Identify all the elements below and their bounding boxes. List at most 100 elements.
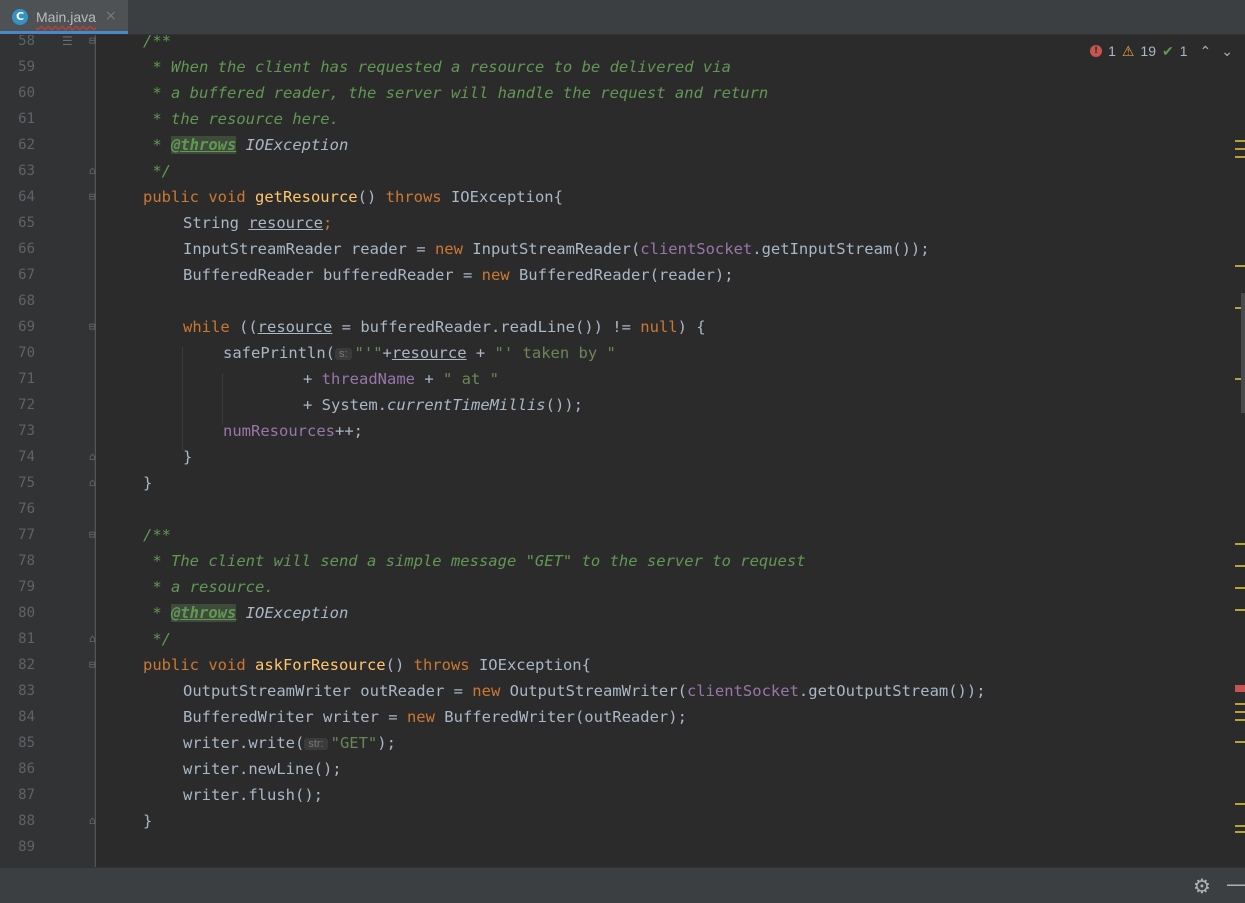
line-number: 78 — [18, 553, 35, 569]
code-line: 72 + System.currentTimeMillis()); — [0, 392, 1245, 418]
parameter-hint: str: — [304, 738, 328, 750]
chevron-down-icon[interactable]: ⌄ — [1221, 43, 1233, 60]
line-number: 88 — [18, 813, 35, 829]
code-line: 71 + threadName + " at " — [0, 366, 1245, 392]
doc-comment: * a resource. — [143, 578, 274, 596]
code-token: + — [415, 370, 443, 388]
fold-end-icon[interactable]: ⌂ — [89, 815, 101, 827]
warning-marker[interactable] — [1235, 711, 1245, 713]
code-token: writer.write( — [183, 734, 305, 752]
code-text: } — [143, 812, 153, 830]
warning-marker[interactable] — [1235, 803, 1245, 805]
warning-marker[interactable] — [1235, 825, 1245, 827]
fold-icon[interactable]: ⊟ — [89, 529, 101, 541]
fold-icon[interactable]: ⊟ — [89, 191, 101, 203]
warning-marker[interactable] — [1235, 587, 1245, 589]
code-line: 82 ⊟ public void askForResource() throws… — [0, 652, 1245, 678]
close-icon[interactable]: × — [105, 8, 117, 24]
code-token: + System. — [303, 396, 387, 414]
error-marker[interactable] — [1235, 685, 1245, 692]
hide-panel-icon[interactable]: — — [1226, 872, 1245, 896]
code-line: 83 OutputStreamWriter outReader = new Ou… — [0, 678, 1245, 704]
warning-marker[interactable] — [1235, 148, 1245, 150]
error-stripe[interactable] — [1233, 35, 1245, 867]
fold-end-icon[interactable]: ⌂ — [89, 165, 101, 177]
code-token: "' taken by " — [494, 344, 616, 362]
warning-marker[interactable] — [1235, 565, 1245, 567]
code-token: + — [303, 370, 322, 388]
warning-marker[interactable] — [1235, 741, 1245, 743]
code-token: "'" — [354, 344, 383, 362]
line-number: 66 — [18, 241, 35, 257]
tab-main-java[interactable]: C Main.java × — [0, 0, 128, 34]
chevron-up-icon[interactable]: ⌃ — [1200, 43, 1212, 60]
doc-comment: /** — [143, 526, 171, 544]
code-token: public void — [143, 656, 255, 674]
code-line: 75 ⌂ } — [0, 470, 1245, 496]
line-number: 64 — [18, 189, 35, 205]
error-count: 1 — [1108, 43, 1116, 59]
warning-icon: ⚠ — [1121, 42, 1135, 59]
javadoc-tag: @throws — [171, 604, 237, 622]
fold-icon[interactable]: ⊟ — [89, 659, 101, 671]
fold-end-icon[interactable]: ⌂ — [89, 633, 101, 645]
fold-icon[interactable]: ⊟ — [89, 321, 101, 333]
warning-marker[interactable] — [1235, 140, 1245, 142]
doc-comment: * @throws IOException — [143, 132, 348, 158]
fold-end-icon[interactable]: ⌂ — [89, 451, 101, 463]
line-number: 62 — [18, 137, 35, 153]
line-number: 73 — [18, 423, 35, 439]
code-token: * — [143, 604, 171, 622]
code-line: 61 * the resource here. — [0, 106, 1245, 132]
code-token: () — [385, 656, 414, 674]
code-line: 58 ☰ ⊟ /** — [0, 35, 1245, 54]
line-number: 59 — [18, 59, 35, 75]
warning-marker[interactable] — [1235, 831, 1245, 833]
warning-marker[interactable] — [1235, 609, 1245, 611]
warning-marker[interactable] — [1235, 719, 1245, 721]
warning-marker[interactable] — [1235, 265, 1245, 267]
tab-label: Main.java — [36, 9, 96, 25]
code-text: public void getResource() throws IOExcep… — [143, 184, 563, 210]
line-number: 65 — [18, 215, 35, 231]
code-line: 70 safePrintln(s: "'"+resource + "' taken… — [0, 340, 1245, 366]
code-line: 88 ⌂ } — [0, 808, 1245, 834]
code-token: ++; — [334, 422, 363, 440]
code-token: threadName — [321, 370, 415, 388]
code-text: safePrintln(s: "'"+resource + "' taken by… — [223, 340, 616, 367]
code-token: currentTimeMillis — [387, 396, 546, 414]
code-token: .getInputStream()); — [752, 240, 930, 258]
editor-tab-bar: C Main.java × — [0, 0, 1245, 35]
code-token: IOException{ — [441, 188, 563, 206]
doc-comment: * @throws IOException — [143, 600, 348, 626]
gear-icon[interactable]: ⚙ — [1193, 874, 1211, 898]
line-number: 58 — [18, 35, 35, 49]
code-line: 79 * a resource. — [0, 574, 1245, 600]
line-number: 71 — [18, 371, 35, 387]
doc-comment: /** — [143, 35, 171, 50]
doc-comment: * the resource here. — [143, 110, 339, 128]
code-text: BufferedWriter writer = new BufferedWrit… — [183, 704, 687, 730]
code-line: 85 writer.write(str: "GET"); — [0, 730, 1245, 756]
code-token: BufferedWriter writer = — [183, 708, 407, 726]
code-token: String — [183, 214, 249, 232]
warning-marker[interactable] — [1235, 543, 1245, 545]
inspection-widget[interactable]: ! 1 ⚠ 19 ✔ 1 ⌃ ⌄ — [1090, 41, 1233, 61]
error-icon: ! — [1090, 45, 1103, 57]
code-line: 68 — [0, 288, 1245, 314]
java-class-icon: C — [12, 9, 28, 25]
code-editor[interactable]: 58 ☰ ⊟ /** 59 * When the client has requ… — [0, 35, 1245, 867]
fold-end-icon[interactable]: ⌂ — [89, 477, 101, 489]
warning-marker[interactable] — [1235, 703, 1245, 705]
code-token: new — [434, 240, 463, 258]
warning-marker[interactable] — [1235, 156, 1245, 158]
doc-render-icon[interactable]: ☰ — [62, 35, 73, 48]
line-number: 86 — [18, 761, 35, 777]
code-token: IOException — [236, 136, 349, 154]
scrollbar-thumb[interactable] — [1241, 293, 1245, 413]
code-text: + threadName + " at " — [303, 366, 499, 392]
code-line: 67 BufferedReader bufferedReader = new B… — [0, 262, 1245, 288]
fold-icon[interactable]: ⊟ — [89, 35, 101, 47]
code-text: writer.newLine(); — [183, 760, 342, 778]
code-line: 64 ⊟ public void getResource() throws IO… — [0, 184, 1245, 210]
